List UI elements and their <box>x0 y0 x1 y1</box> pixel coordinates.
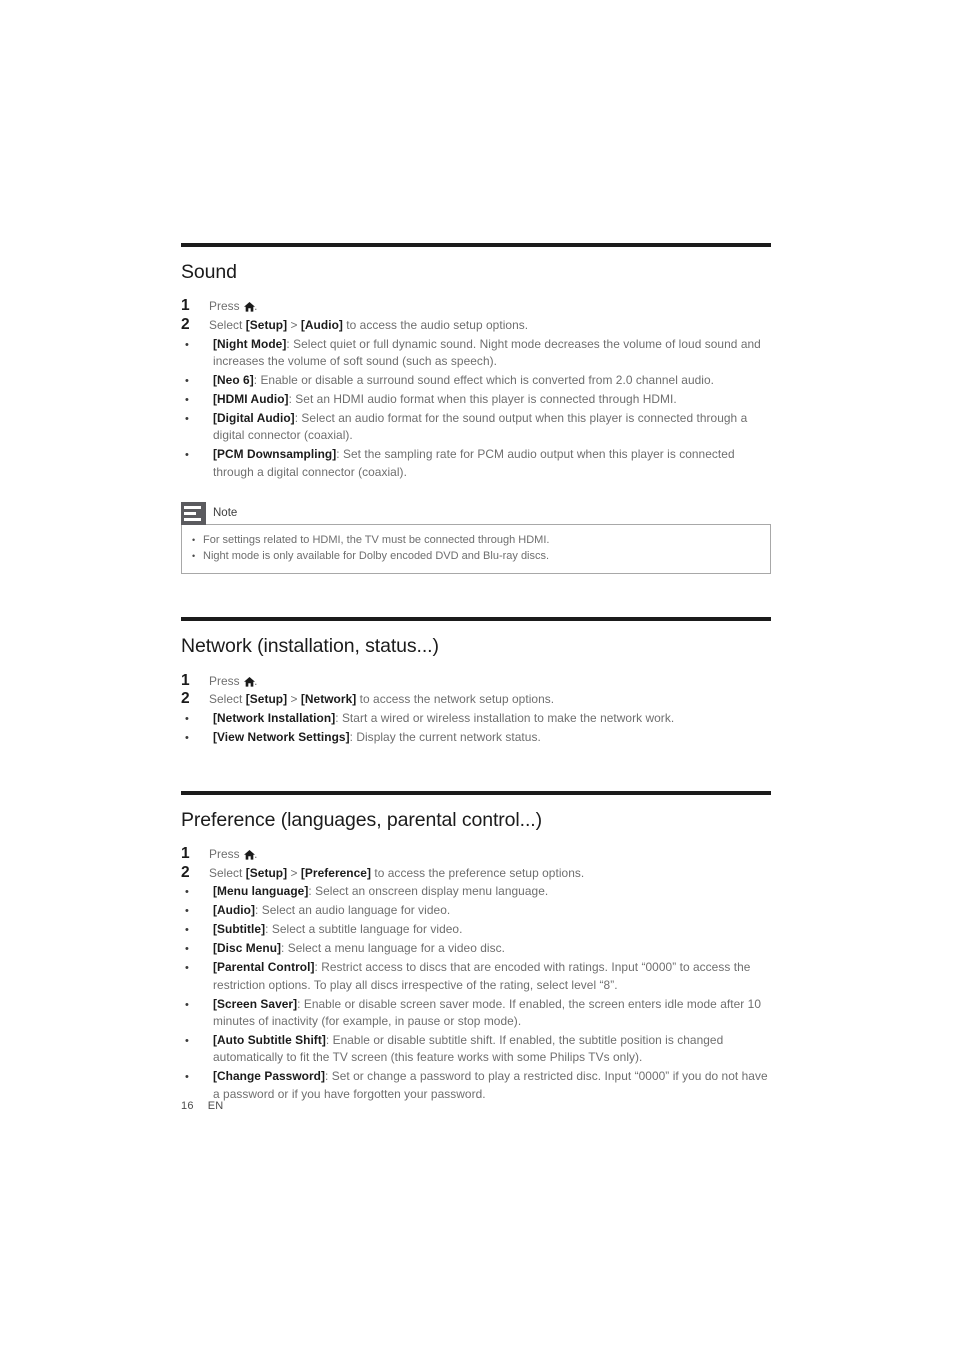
bullet-marker: • <box>185 731 189 744</box>
bullet-item: • [Disc Menu]: Select a menu language for… <box>181 940 771 958</box>
step-text: [Parental Control]: Restrict access to d… <box>213 960 751 992</box>
numbered-step: 2 Select [Setup] > [Preference] to access… <box>181 863 771 883</box>
step-number: 2 <box>181 863 190 881</box>
numbered-step: 2 Select [Setup] > [Audio] to access the … <box>181 316 771 335</box>
bullet-marker: • <box>185 886 189 899</box>
document-section: Preference (languages, parental control.… <box>181 790 771 1103</box>
section-heading: Sound <box>181 261 237 283</box>
step-text: [View Network Settings]: Display the cur… <box>213 729 541 744</box>
bullet-marker: • <box>185 338 189 351</box>
step-number: 2 <box>181 690 190 708</box>
bullet-marker: • <box>185 998 189 1011</box>
document-section: Network (installation, status...) 1 Press … <box>181 617 771 747</box>
step-text: [Change Password]: Set or change a passw… <box>213 1068 768 1101</box>
sections-container: Sound 1 Press . 2 Select [Setup] > [Audio] t… <box>181 243 771 1103</box>
note-body: • For settings related to HDMI, the TV mu… <box>181 524 771 575</box>
numbered-step: 2 Select [Setup] > [Network] to access th… <box>181 690 771 709</box>
step-text: Select [Setup] > [Network] to access the… <box>209 692 555 707</box>
step-text: [HDMI Audio]: Set an HDMI audio format w… <box>213 391 677 406</box>
bullet-marker: • <box>185 1070 189 1083</box>
bullet-item: • [Screen Saver]: Enable or disable scree… <box>181 996 771 1031</box>
step-number: 2 <box>181 316 190 334</box>
bullet-item: • [Subtitle]: Select a subtitle language … <box>181 921 771 939</box>
bullet-item: • [Digital Audio]: Select an audio format… <box>181 410 771 445</box>
step-text: [Menu language]: Select an onscreen disp… <box>213 884 549 899</box>
bullet-item: • [Night Mode]: Select quiet or full dyna… <box>181 336 771 371</box>
step-text: [Subtitle]: Select a subtitle language f… <box>213 922 463 937</box>
step-text: [Night Mode]: Select quiet or full dynam… <box>213 336 761 369</box>
bullet-marker: • <box>185 962 189 975</box>
step-text: Press . <box>209 847 258 862</box>
bullet-marker: • <box>185 905 189 918</box>
note-bullet-marker: • <box>192 535 196 546</box>
step-text: Select [Setup] > [Audio] to access the a… <box>209 318 529 333</box>
step-text: Press . <box>209 673 258 688</box>
bullet-marker: • <box>185 943 189 956</box>
bullet-marker: • <box>185 1034 189 1047</box>
footer-page-number: 16 <box>181 1100 194 1112</box>
note-header: Note <box>181 502 771 526</box>
note-list-icon <box>181 502 206 526</box>
section-steps-list: 1 Press . 2 Select [Setup] > [Audio] to acc… <box>181 297 771 481</box>
numbered-step: 1 Press . <box>181 297 771 316</box>
step-number: 1 <box>181 297 190 315</box>
note-item: • Night mode is only available for Dolby … <box>192 548 760 564</box>
bullet-item: • [HDMI Audio]: Set an HDMI audio format … <box>181 391 771 409</box>
bullet-marker: • <box>185 712 189 725</box>
document-section: Sound 1 Press . 2 Select [Setup] > [Audio] t… <box>181 243 771 575</box>
bullet-marker: • <box>185 924 189 937</box>
step-text: [Disc Menu]: Select a menu language for … <box>213 941 505 956</box>
footer-language-code: EN <box>207 1100 224 1112</box>
section-divider-rule <box>181 617 771 622</box>
home-icon <box>244 302 256 313</box>
step-number: 1 <box>181 845 190 863</box>
bullet-item: • [PCM Downsampling]: Set the sampling ra… <box>181 446 771 481</box>
bullet-marker: • <box>185 393 189 406</box>
step-text: [Screen Saver]: Enable or disable screen… <box>213 996 762 1029</box>
section-divider-rule <box>181 790 771 795</box>
note-item-text: For settings related to HDMI, the TV mus… <box>203 534 550 547</box>
bullet-marker: • <box>185 412 189 425</box>
bullet-item: • [Change Password]: Set or change a pass… <box>181 1068 771 1103</box>
bullet-item: • [Audio]: Select an audio language for v… <box>181 902 771 920</box>
step-text: [Digital Audio]: Select an audio format … <box>213 410 748 443</box>
bullet-item: • [Network Installation]: Start a wired o… <box>181 710 771 728</box>
numbered-step: 1 Press . <box>181 845 771 864</box>
step-text: Select [Setup] > [Preference] to access … <box>209 865 585 880</box>
bullet-item: • [View Network Settings]: Display the cu… <box>181 729 771 747</box>
home-icon <box>244 676 256 687</box>
step-text: [PCM Downsampling]: Set the sampling rat… <box>213 446 735 479</box>
note-item: • For settings related to HDMI, the TV mu… <box>192 532 760 548</box>
step-text: [Neo 6]: Enable or disable a surround so… <box>213 372 715 387</box>
document-page-content: Sound 1 Press . 2 Select [Setup] > [Audio] t… <box>181 243 771 1104</box>
note-callout: Note • For settings related to HDMI, the T… <box>181 502 771 575</box>
bullet-item: • [Auto Subtitle Shift]: Enable or disabl… <box>181 1032 771 1067</box>
bullet-marker: • <box>185 374 189 387</box>
note-label: Note <box>213 506 238 519</box>
step-text: [Auto Subtitle Shift]: Enable or disable… <box>213 1032 724 1065</box>
bullet-marker: • <box>185 448 189 461</box>
bullet-item: • [Neo 6]: Enable or disable a surround s… <box>181 372 771 390</box>
home-icon <box>244 850 256 860</box>
step-text: [Network Installation]: Start a wired or… <box>213 710 675 725</box>
section-steps-list: 1 Press . 2 Select [Setup] > [Network] to a… <box>181 671 771 747</box>
page-footer: 16 EN <box>181 1100 223 1112</box>
bullet-item: • [Parental Control]: Restrict access to … <box>181 959 771 994</box>
section-steps-list: 1 Press . 2 Select [Setup] > [Preference] t… <box>181 845 771 1103</box>
bullet-item: • [Menu language]: Select an onscreen dis… <box>181 883 771 901</box>
section-heading: Network (installation, status...) <box>181 635 439 658</box>
numbered-step: 1 Press . <box>181 671 771 691</box>
step-number: 1 <box>181 671 190 689</box>
note-bullet-marker: • <box>192 551 196 562</box>
section-heading: Preference (languages, parental control.… <box>181 808 542 831</box>
step-text: [Audio]: Select an audio language for vi… <box>213 903 451 918</box>
step-text: Press . <box>209 299 258 314</box>
note-item-text: Night mode is only available for Dolby e… <box>203 550 550 563</box>
section-divider-rule <box>181 243 771 247</box>
